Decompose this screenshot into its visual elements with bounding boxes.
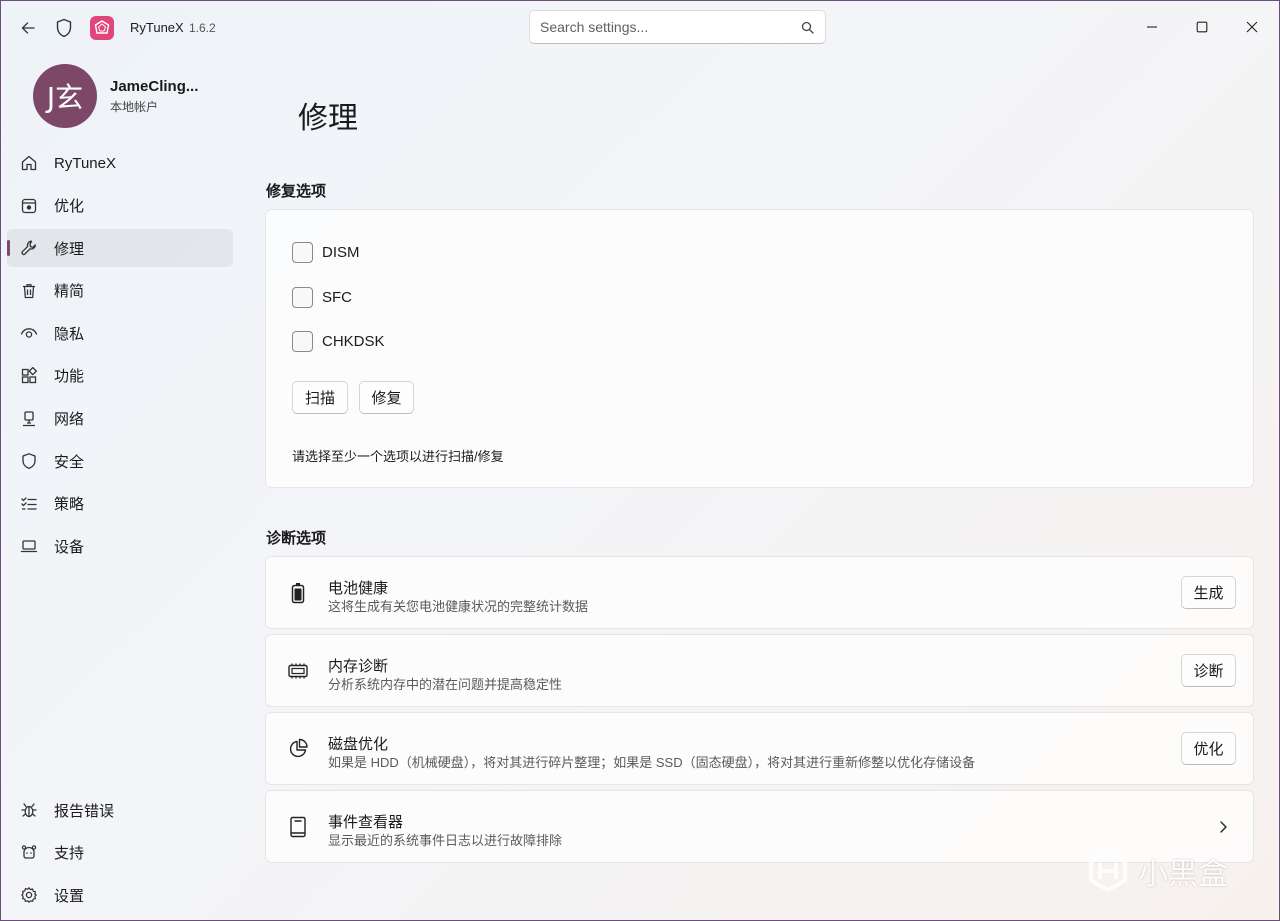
sidebar-item-label: 安全 — [54, 453, 85, 471]
sidebar-item-label: 精简 — [54, 283, 85, 301]
app-title: RyTuneX — [130, 20, 184, 35]
home-icon — [19, 153, 39, 173]
dism-checkbox-row[interactable]: DISM — [292, 242, 360, 263]
pie-chart-icon — [286, 737, 310, 761]
diag-description: 这将生成有关您电池健康状况的完整统计数据 — [328, 599, 589, 614]
battery-health-card: 电池健康 这将生成有关您电池健康状况的完整统计数据 生成 — [265, 556, 1254, 629]
diagnostics-section-title: 诊断选项 — [266, 530, 327, 547]
sidebar-item-policy[interactable]: 策略 — [7, 485, 233, 523]
book-icon — [286, 815, 310, 839]
app-window: RyTuneX 1.6.2 J玄 JameCling... 本地帐户 — [0, 0, 1280, 921]
scan-button[interactable]: 扫描 — [292, 381, 348, 414]
support-icon — [19, 843, 39, 863]
search-icon[interactable] — [799, 19, 815, 35]
sidebar-footer-nav: 报告错误 支持 设置 — [7, 791, 233, 919]
diag-description: 分析系统内存中的潜在问题并提高稳定性 — [328, 677, 563, 692]
minimize-icon[interactable] — [1129, 11, 1175, 43]
page-title: 修理 — [298, 102, 358, 135]
chevron-right-icon[interactable] — [1215, 817, 1231, 837]
optimize-button[interactable]: 优化 — [1181, 732, 1236, 765]
repair-hint-text: 请选择至少一个选项以进行扫描/修复 — [292, 449, 504, 464]
shield-icon — [19, 451, 39, 471]
profile-name: JameCling... — [110, 77, 199, 95]
sidebar-item-security[interactable]: 安全 — [7, 442, 233, 480]
watermark-text: 小黑盒 — [1138, 857, 1228, 892]
diagnose-button[interactable]: 诊断 — [1181, 654, 1236, 687]
shield-icon — [51, 15, 77, 41]
app-logo-icon — [90, 16, 114, 40]
memory-icon — [286, 659, 310, 683]
repair-button[interactable]: 修复 — [359, 381, 414, 414]
search-input[interactable] — [540, 19, 799, 35]
checkbox-label: SFC — [322, 289, 352, 306]
diag-description: 显示最近的系统事件日志以进行故障排除 — [328, 833, 563, 848]
close-icon[interactable] — [1229, 11, 1275, 43]
repair-section-title: 修复选项 — [266, 183, 327, 200]
sidebar-item-label: 优化 — [54, 198, 85, 216]
watermark: 小黑盒 — [1086, 849, 1228, 893]
sidebar-item-label: 支持 — [54, 845, 85, 863]
sidebar-item-settings[interactable]: 设置 — [7, 876, 233, 914]
avatar: J玄 — [33, 64, 97, 128]
diag-title: 内存诊断 — [328, 658, 389, 675]
network-icon — [19, 409, 39, 429]
generate-button[interactable]: 生成 — [1181, 576, 1236, 609]
optimize-icon — [19, 196, 39, 216]
title-bar: RyTuneX 1.6.2 — [1, 1, 1279, 55]
sidebar-item-report-bug[interactable]: 报告错误 — [7, 791, 233, 829]
back-arrow-icon[interactable] — [15, 15, 41, 41]
wrench-icon — [19, 238, 39, 258]
diag-title: 磁盘优化 — [328, 736, 389, 753]
disk-optimize-card: 磁盘优化 如果是 HDD（机械硬盘），将对其进行碎片整理；如果是 SSD（固态硬… — [265, 712, 1254, 785]
sidebar-item-repair[interactable]: 修理 — [7, 229, 233, 268]
sidebar-item-label: RyTuneX — [54, 154, 116, 172]
sidebar-item-label: 修理 — [54, 240, 85, 258]
sidebar-item-home[interactable]: RyTuneX — [7, 144, 233, 182]
bug-icon — [19, 800, 39, 820]
checkbox-label: DISM — [322, 244, 360, 261]
search-box[interactable] — [529, 10, 826, 44]
sidebar-item-label: 设置 — [54, 887, 85, 905]
watermark-logo-icon — [1089, 849, 1127, 893]
sidebar-item-support[interactable]: 支持 — [7, 834, 233, 872]
sidebar-item-label: 隐私 — [54, 325, 85, 343]
sidebar-item-label: 报告错误 — [54, 802, 115, 820]
sidebar-item-network[interactable]: 网络 — [7, 400, 233, 438]
sfc-checkbox-row[interactable]: SFC — [292, 287, 352, 308]
eye-icon — [19, 323, 39, 343]
sidebar-item-label: 网络 — [54, 411, 85, 429]
sidebar-item-label: 设备 — [54, 538, 85, 556]
sidebar-item-features[interactable]: 功能 — [7, 357, 233, 395]
diag-description: 如果是 HDD（机械硬盘），将对其进行碎片整理；如果是 SSD（固态硬盘），将对… — [328, 755, 976, 770]
battery-icon — [286, 581, 310, 605]
sfc-checkbox[interactable] — [292, 287, 313, 308]
sidebar-item-optimize[interactable]: 优化 — [7, 187, 233, 225]
policy-list-icon — [19, 494, 39, 514]
apps-icon — [19, 366, 39, 386]
chkdsk-checkbox-row[interactable]: CHKDSK — [292, 331, 385, 352]
memory-diagnostic-card: 内存诊断 分析系统内存中的潜在问题并提高稳定性 诊断 — [265, 634, 1254, 707]
chkdsk-checkbox[interactable] — [292, 331, 313, 352]
sidebar-item-label: 功能 — [54, 368, 85, 386]
trash-icon — [19, 281, 39, 301]
app-version: 1.6.2 — [189, 21, 216, 35]
sidebar-item-debloat[interactable]: 精简 — [7, 272, 233, 310]
profile-account-type: 本地帐户 — [110, 99, 159, 114]
diag-title: 事件查看器 — [328, 814, 404, 831]
user-profile[interactable]: J玄 JameCling... 本地帐户 — [33, 64, 198, 128]
gear-icon — [19, 885, 39, 905]
maximize-icon[interactable] — [1179, 11, 1225, 43]
diag-title: 电池健康 — [328, 580, 389, 597]
dism-checkbox[interactable] — [292, 242, 313, 263]
sidebar-item-privacy[interactable]: 隐私 — [7, 314, 233, 352]
sidebar-item-label: 策略 — [54, 496, 85, 514]
repair-options-card: DISM SFC CHKDSK 扫描 修复 请选择至少一个选项以进行扫描/修复 — [265, 209, 1254, 488]
sidebar-item-devices[interactable]: 设备 — [7, 527, 233, 565]
sidebar-nav: RyTuneX 优化 修理 精简 隐私 功能 网络 安全 策略 设备 — [7, 144, 233, 570]
laptop-icon — [19, 536, 39, 556]
checkbox-label: CHKDSK — [322, 333, 385, 350]
